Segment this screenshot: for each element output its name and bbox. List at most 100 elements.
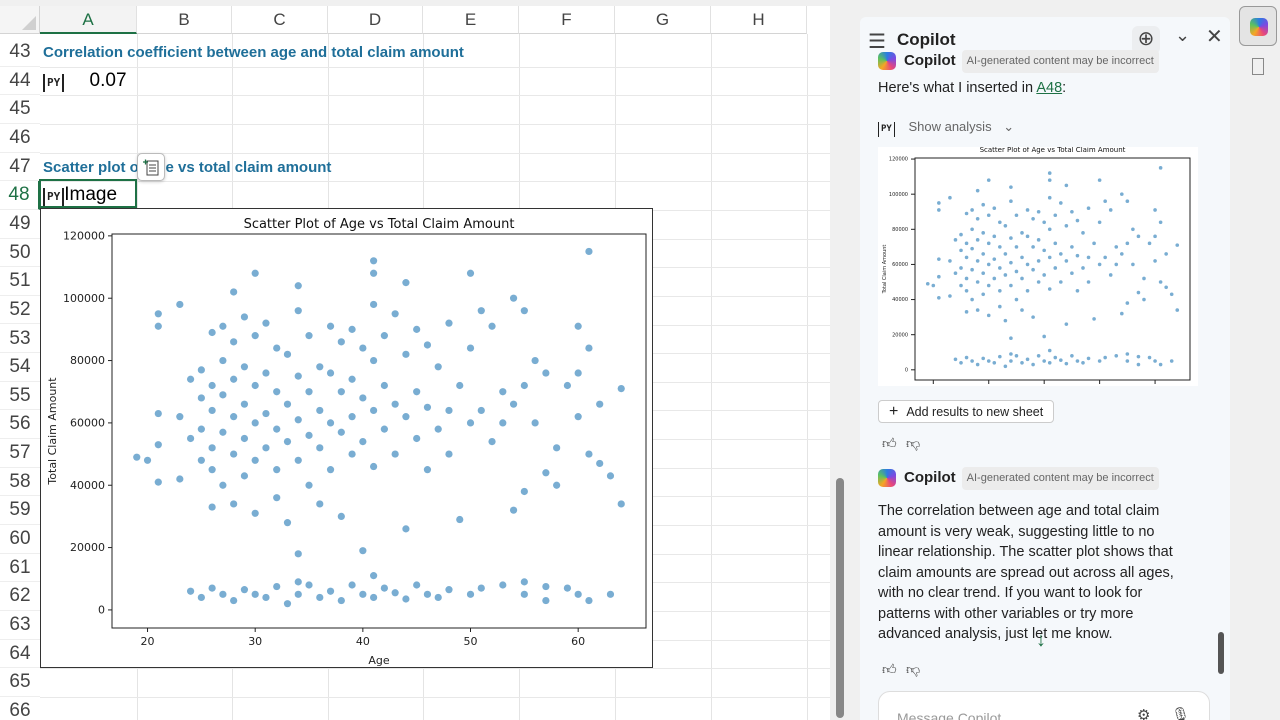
data-point: [391, 589, 399, 597]
gridline: [40, 123, 830, 125]
data-point: [1164, 252, 1168, 256]
data-point: [1125, 359, 1130, 363]
data-point: [219, 590, 227, 598]
data-point: [1136, 290, 1141, 295]
chart-preview-image[interactable]: Scatter Plot of Age vs Total Claim Amoun…: [878, 147, 1198, 386]
select-all-corner[interactable]: [0, 6, 40, 34]
row-header-56[interactable]: 56: [0, 410, 40, 440]
row-header-66[interactable]: 66: [0, 697, 40, 720]
data-point: [992, 276, 997, 281]
row-header-61[interactable]: 61: [0, 554, 40, 583]
x-tick-label: 40: [356, 635, 370, 648]
copilot-rail-button[interactable]: [1239, 6, 1277, 46]
row-header-54[interactable]: 54: [0, 353, 40, 382]
show-analysis-toggle[interactable]: PY Show analysis ⌄: [878, 117, 1014, 138]
column-header-c[interactable]: C: [232, 6, 328, 34]
data-point: [1031, 362, 1035, 367]
row-header-52[interactable]: 52: [0, 296, 40, 325]
scroll-down-arrow-icon[interactable]: ↓: [1036, 629, 1046, 652]
data-point: [981, 231, 985, 235]
row-header-43[interactable]: 43: [0, 38, 40, 67]
column-header-f[interactable]: F: [519, 6, 615, 34]
thumbs-up-icon[interactable]: 👍︎: [882, 435, 897, 452]
row-header-44[interactable]: 44: [0, 67, 40, 96]
data-point: [998, 354, 1002, 359]
data-point: [964, 355, 969, 360]
cell-a43[interactable]: Correlation coefficient between age and …: [43, 44, 464, 61]
row-header-46[interactable]: 46: [0, 124, 40, 153]
data-point: [1003, 223, 1008, 228]
column-header-e[interactable]: E: [423, 6, 519, 34]
row-header-58[interactable]: 58: [0, 468, 40, 497]
y-tick-label: 0: [905, 367, 908, 373]
chevron-down-icon[interactable]: ⌄: [1175, 25, 1190, 46]
data-point: [1025, 234, 1030, 239]
row-header-65[interactable]: 65: [0, 668, 40, 697]
thumbs-down-icon[interactable]: 👎︎: [906, 661, 920, 678]
row-header-45[interactable]: 45: [0, 95, 40, 124]
row-header-64[interactable]: 64: [0, 640, 40, 669]
data-point: [219, 428, 227, 436]
data-point: [477, 584, 485, 592]
column-header-g[interactable]: G: [615, 6, 711, 34]
data-point: [1009, 236, 1013, 240]
thumbs-up-icon[interactable]: 👍︎: [882, 661, 897, 678]
data-point: [208, 466, 216, 474]
data-point: [937, 201, 941, 205]
gridline: [807, 34, 808, 720]
data-point: [1059, 358, 1063, 362]
pane-scrollbar-thumb[interactable]: [1218, 632, 1224, 674]
data-point: [1108, 273, 1113, 277]
microphone-icon[interactable]: 🎙︎: [1171, 706, 1190, 720]
data-point: [1025, 288, 1030, 293]
row-header-47[interactable]: 47: [0, 153, 40, 182]
data-point: [326, 322, 335, 330]
row-header-48[interactable]: 48: [0, 181, 40, 210]
data-point: [1053, 213, 1058, 218]
row-header-63[interactable]: 63: [0, 611, 40, 640]
data-point: [283, 437, 292, 446]
data-point: [1097, 220, 1102, 225]
sheet-view-icon[interactable]: [1252, 58, 1264, 75]
row-header-57[interactable]: 57: [0, 439, 40, 468]
prompt-guide-icon[interactable]: ⚙: [1137, 706, 1150, 720]
data-point: [370, 406, 378, 415]
data-point: [1036, 209, 1041, 214]
column-header-h[interactable]: H: [711, 6, 807, 34]
x-tick-label: 20: [141, 635, 155, 648]
thumbs-down-icon[interactable]: 👎︎: [906, 435, 920, 452]
column-header-a[interactable]: A: [40, 6, 137, 34]
cell-a48[interactable]: PY Image: [43, 184, 117, 206]
scrollbar-thumb[interactable]: [836, 478, 844, 718]
data-point: [186, 587, 195, 595]
cell-a44[interactable]: PY 0.07: [43, 70, 127, 92]
row-header-50[interactable]: 50: [0, 239, 40, 268]
scatter-chart-image[interactable]: Scatter Plot of Age vs Total Claim Amoun…: [40, 208, 653, 668]
data-point: [1142, 276, 1146, 281]
row-header-51[interactable]: 51: [0, 267, 40, 296]
message-input[interactable]: Message Copilot ⚙ 🎙︎: [878, 691, 1210, 720]
data-point: [520, 590, 528, 598]
cell-link-a48[interactable]: A48: [1036, 80, 1062, 96]
data-point: [143, 456, 152, 464]
row-header-59[interactable]: 59: [0, 496, 40, 526]
paste-options-button[interactable]: [137, 153, 165, 181]
add-results-button[interactable]: + Add results to new sheet: [878, 400, 1055, 423]
row-header-49[interactable]: 49: [0, 210, 40, 239]
cell-a47[interactable]: Scatter plot of age vs total claim amoun…: [43, 159, 331, 176]
data-point: [542, 596, 550, 605]
data-point: [186, 375, 195, 383]
close-icon[interactable]: ✕: [1206, 24, 1223, 49]
spreadsheet-grid[interactable]: ABCDEFGH 43 44 45 46 47 48 49 50 51 52 53 54 55 56 57 5…: [0, 6, 830, 720]
data-point: [959, 360, 963, 365]
data-point: [1020, 231, 1024, 235]
column-header-b[interactable]: B: [137, 6, 232, 34]
column-header-d[interactable]: D: [328, 6, 423, 34]
data-point: [1053, 266, 1058, 270]
row-header-62[interactable]: 62: [0, 582, 40, 611]
data-point: [970, 208, 974, 212]
data-point: [208, 444, 216, 452]
row-header-60[interactable]: 60: [0, 525, 40, 554]
row-header-55[interactable]: 55: [0, 382, 40, 411]
row-header-53[interactable]: 53: [0, 325, 40, 354]
